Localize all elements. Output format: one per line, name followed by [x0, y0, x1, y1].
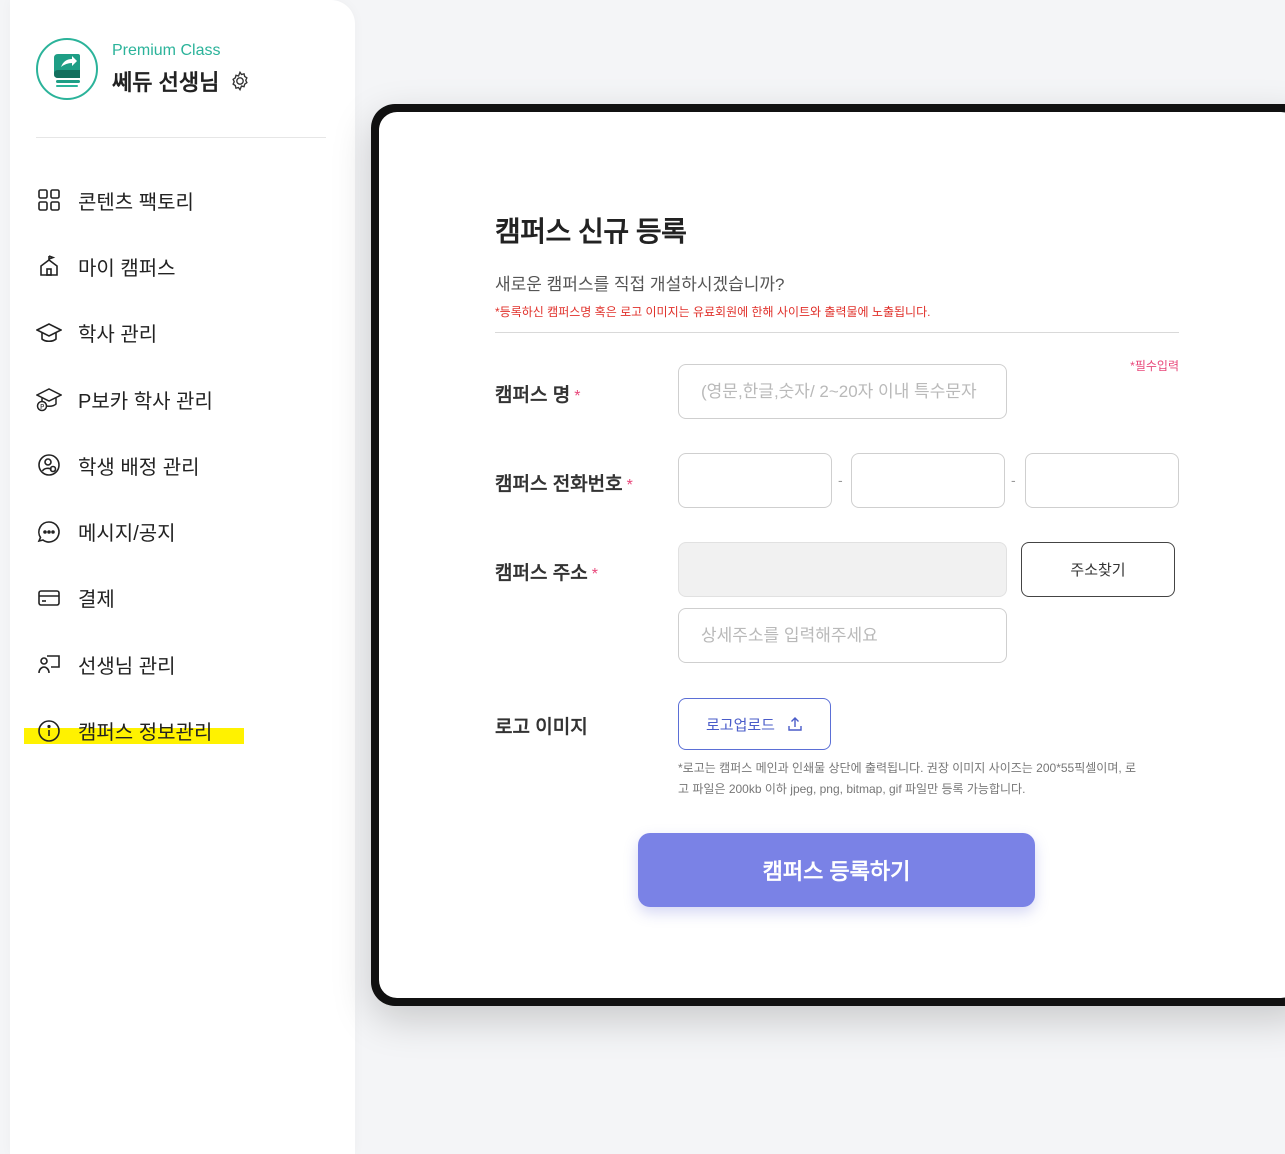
- campus-register-panel: 캠퍼스 신규 등록 새로운 캠퍼스를 직접 개설하시겠습니까? *등록하신 캠퍼…: [379, 112, 1285, 998]
- book-logo-icon: [43, 45, 91, 93]
- profile-class-label: Premium Class: [112, 42, 221, 59]
- sidebar-divider: [36, 137, 326, 138]
- form-notice: *등록하신 캠퍼스명 혹은 로고 이미지는 유료회원에 한해 사이트와 출력물에…: [495, 305, 931, 319]
- logo-image-label: 로고 이미지: [495, 717, 588, 738]
- profile-name-row: 쎄듀 선생님: [112, 65, 251, 97]
- graduation-cap-p-icon: P: [36, 386, 62, 412]
- phone-part-3-input[interactable]: [1025, 453, 1179, 508]
- student-assign-icon: [36, 452, 62, 478]
- logo-hint-line-2: 고 파일은 200kb 이하 jpeg, png, bitmap, gif 파일…: [678, 782, 1026, 796]
- logo-hint-line-1: *로고는 캠퍼스 메인과 인쇄물 상단에 출력됩니다. 권장 이미지 사이즈는 …: [678, 761, 1137, 775]
- sidebar-menu: 콘텐츠 팩토리 마이 캠퍼스 학사 관리 P P보카 학사 관리 학생 배정 관…: [24, 167, 336, 764]
- phone-separator: -: [838, 472, 843, 488]
- campus-address-label-text: 캠퍼스 주소: [495, 563, 588, 584]
- campus-register-form: 캠퍼스 신규 등록 새로운 캠퍼스를 직접 개설하시겠습니까? *등록하신 캠퍼…: [495, 210, 1179, 374]
- info-icon: [36, 718, 62, 744]
- campus-icon: [36, 253, 62, 279]
- sidebar-item-label: 선생님 관리: [78, 655, 176, 678]
- sidebar-item-label: 마이 캠퍼스: [78, 257, 176, 280]
- gear-icon[interactable]: [229, 70, 251, 92]
- campus-name-input[interactable]: [678, 364, 1007, 419]
- sidebar-item-campus-info[interactable]: 캠퍼스 정보관리: [24, 697, 336, 763]
- campus-name-label-text: 캠퍼스 명: [495, 385, 571, 406]
- profile-name: 쎄듀 선생님: [112, 70, 220, 95]
- sidebar: Premium Class 쎄듀 선생님 콘텐츠 팩토리 마이 캠퍼스 학사 관…: [10, 0, 355, 1154]
- grid-icon: [36, 187, 62, 213]
- logo-upload-label: 로고업로드: [705, 716, 775, 734]
- required-star: *: [574, 388, 581, 405]
- avatar[interactable]: [36, 38, 98, 100]
- sidebar-item-message[interactable]: 메시지/공지: [36, 498, 336, 564]
- address-search-button[interactable]: 주소찾기: [1021, 542, 1175, 597]
- phone-separator: -: [1011, 472, 1016, 488]
- sidebar-item-my-campus[interactable]: 마이 캠퍼스: [36, 233, 336, 299]
- campus-address-label: 캠퍼스 주소 *: [495, 558, 598, 585]
- sidebar-item-label: 캠퍼스 정보관리: [78, 722, 213, 745]
- logo-hint: *로고는 캠퍼스 메인과 인쇄물 상단에 출력됩니다. 권장 이미지 사이즈는 …: [678, 758, 1188, 800]
- address-detail-input[interactable]: [678, 608, 1007, 663]
- address-input: [678, 542, 1007, 597]
- sidebar-item-pvoca[interactable]: P P보카 학사 관리: [36, 366, 336, 432]
- register-campus-button[interactable]: 캠퍼스 등록하기: [638, 833, 1035, 907]
- sidebar-item-student-assign[interactable]: 학생 배정 관리: [36, 432, 336, 498]
- sidebar-item-payment[interactable]: 결제: [36, 565, 336, 631]
- page-title: 캠퍼스 신규 등록: [495, 216, 687, 247]
- chat-bubble-icon: [36, 519, 62, 545]
- sidebar-item-teacher[interactable]: 선생님 관리: [36, 631, 336, 697]
- upload-icon: [787, 716, 803, 732]
- logo-upload-button[interactable]: 로고업로드: [678, 698, 831, 750]
- sidebar-item-academic[interactable]: 학사 관리: [36, 300, 336, 366]
- sidebar-item-label: 콘텐츠 팩토리: [78, 191, 194, 214]
- campus-name-label: 캠퍼스 명 *: [495, 380, 580, 407]
- credit-card-icon: [36, 585, 62, 611]
- profile: Premium Class 쎄듀 선생님: [36, 38, 251, 100]
- sidebar-item-label: 메시지/공지: [78, 523, 176, 546]
- sidebar-item-label: P보카 학사 관리: [78, 390, 213, 413]
- svg-text:P: P: [40, 403, 44, 411]
- required-star: *: [626, 477, 633, 494]
- sidebar-item-label: 학사 관리: [78, 324, 158, 347]
- sidebar-item-label: 학생 배정 관리: [78, 456, 200, 479]
- graduation-cap-icon: [36, 320, 62, 346]
- form-divider: [495, 332, 1179, 333]
- phone-part-1-input[interactable]: [678, 453, 832, 508]
- campus-phone-label: 캠퍼스 전화번호 *: [495, 469, 633, 496]
- sidebar-item-content-factory[interactable]: 콘텐츠 팩토리: [36, 167, 336, 233]
- phone-part-2-input[interactable]: [851, 453, 1005, 508]
- form-subtitle: 새로운 캠퍼스를 직접 개설하시겠습니까?: [495, 275, 785, 294]
- required-star: *: [591, 566, 598, 583]
- teacher-icon: [36, 651, 62, 677]
- sidebar-item-label: 결제: [78, 589, 115, 612]
- campus-phone-label-text: 캠퍼스 전화번호: [495, 474, 623, 495]
